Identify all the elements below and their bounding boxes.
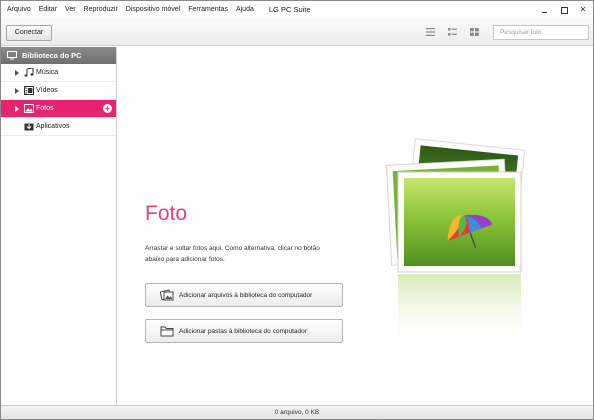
window-controls: ✕ <box>541 1 587 18</box>
page-title: Foto <box>145 202 188 225</box>
add-files-button[interactable]: Adicionar arquivos à biblioteca do compu… <box>145 283 343 307</box>
sidebar-item-label: Fotos <box>36 105 54 112</box>
search-input[interactable] <box>493 25 589 40</box>
sidebar-item-aplicativos[interactable]: Aplicativos <box>1 118 116 136</box>
detail-view-icon[interactable] <box>448 28 457 36</box>
sidebar: Biblioteca do PC Música Vídeos Fotos + A… <box>1 47 117 405</box>
menu-ver[interactable]: Ver <box>61 1 80 18</box>
music-icon <box>24 68 34 77</box>
status-bar: 0 arquivo, 0 KB <box>1 405 593 419</box>
expand-arrow-icon[interactable] <box>15 70 19 76</box>
add-folders-button[interactable]: Adicionar pastas à biblioteca do computa… <box>145 319 343 343</box>
expand-arrow-icon[interactable] <box>15 106 19 112</box>
grid-view-icon[interactable] <box>470 28 479 36</box>
expand-arrow-icon[interactable] <box>15 88 19 94</box>
photo-stack-illustration <box>385 138 526 354</box>
add-files-icon <box>160 289 174 301</box>
sidebar-header[interactable]: Biblioteca do PC <box>1 47 116 64</box>
sidebar-item-fotos[interactable]: Fotos + <box>1 100 116 118</box>
add-folders-label: Adicionar pastas à biblioteca do computa… <box>179 328 307 335</box>
add-files-label: Adicionar arquivos à biblioteca do compu… <box>179 292 313 299</box>
minimize-icon[interactable] <box>541 6 549 14</box>
sidebar-header-label: Biblioteca do PC <box>22 51 82 60</box>
maximize-icon[interactable] <box>560 6 568 14</box>
menu-dispositivo-movel[interactable]: Dispositivo móvel <box>122 1 184 18</box>
sidebar-item-label: Vídeos <box>36 87 58 94</box>
view-switcher <box>426 28 479 36</box>
sidebar-item-videos[interactable]: Vídeos <box>1 82 116 100</box>
menu-ajuda[interactable]: Ajuda <box>232 1 258 18</box>
monitor-icon <box>7 51 17 60</box>
photo-icon <box>24 104 34 113</box>
add-icon[interactable]: + <box>103 104 112 113</box>
menu-ferramentas[interactable]: Ferramentas <box>184 1 232 18</box>
app-window: Arquivo Editar Ver Reproduzir Dispositiv… <box>0 0 594 420</box>
list-view-icon[interactable] <box>426 28 435 36</box>
menu-bar: Arquivo Editar Ver Reproduzir Dispositiv… <box>1 1 593 18</box>
app-title: LG PC Suite <box>268 5 311 14</box>
connect-button[interactable]: Conectar <box>6 25 52 41</box>
main-panel: Foto Arrastar e soltar fotos aqui. Como … <box>118 47 593 405</box>
close-icon[interactable]: ✕ <box>579 5 587 14</box>
toolbar: Conectar <box>1 18 593 46</box>
menu-editar[interactable]: Editar <box>35 1 61 18</box>
app-icon <box>24 123 34 131</box>
instructions-text: Arrastar e soltar fotos aqui. Como alter… <box>145 245 320 263</box>
folder-icon <box>160 326 174 337</box>
menu-arquivo[interactable]: Arquivo <box>1 1 35 18</box>
sidebar-item-label: Aplicativos <box>36 123 70 130</box>
sidebar-item-label: Música <box>36 69 59 76</box>
sidebar-item-musica[interactable]: Música <box>1 64 116 82</box>
video-icon <box>24 86 34 95</box>
menu-reproduzir[interactable]: Reproduzir <box>80 1 122 18</box>
